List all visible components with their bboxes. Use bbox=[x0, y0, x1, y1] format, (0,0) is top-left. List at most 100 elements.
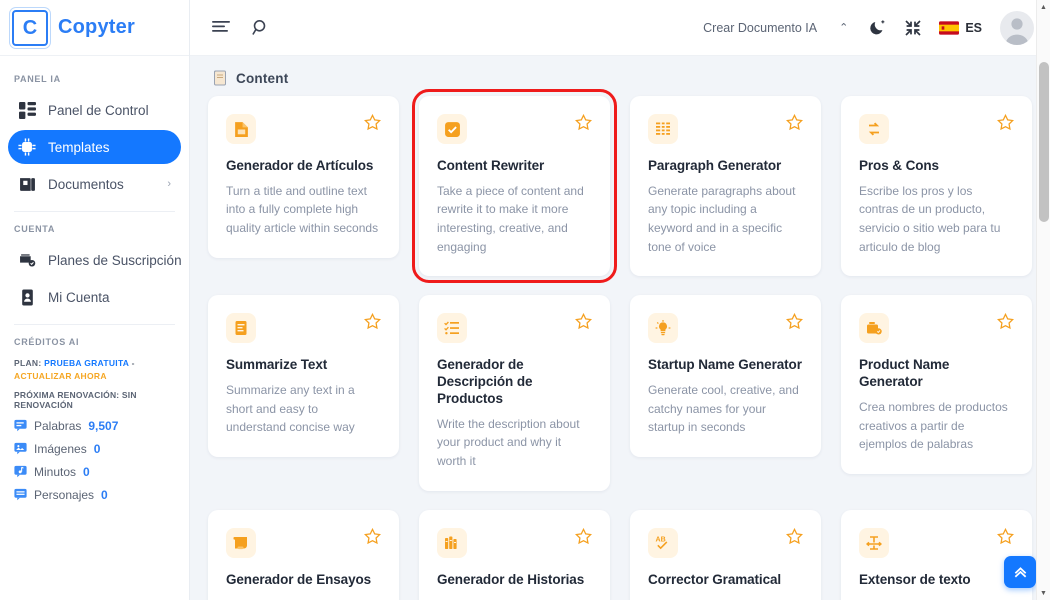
favorite-star-icon[interactable] bbox=[363, 527, 382, 545]
favorite-star-icon[interactable] bbox=[996, 113, 1015, 131]
main-area: Crear Documento IA ⌃ ES Content Generado… bbox=[190, 0, 1050, 600]
fullscreen-exit-icon[interactable] bbox=[905, 19, 921, 36]
favorite-star-icon[interactable] bbox=[996, 527, 1015, 545]
template-card-extensor-de-texto[interactable]: Extensor de texto Amplíe sus frases con … bbox=[841, 509, 1032, 600]
avatar[interactable] bbox=[1000, 10, 1034, 45]
template-card-content-rewriter[interactable]: Content Rewriter Take a piece of content… bbox=[412, 88, 617, 284]
card-top: AB bbox=[648, 527, 804, 558]
sidebar-item-templates[interactable]: Templates bbox=[8, 130, 181, 164]
audio-credit-icon bbox=[14, 465, 27, 478]
expand-text-icon bbox=[859, 527, 889, 558]
logo-mark: C bbox=[12, 9, 48, 46]
scrollbar-thumb[interactable] bbox=[1039, 62, 1049, 222]
template-card-grid: Generador de Artículos Turn a title and … bbox=[208, 88, 1032, 600]
content-area: Content Generador de Artículos Turn a ti… bbox=[190, 56, 1050, 600]
card-title: Corrector Gramatical bbox=[648, 571, 782, 587]
card-title: Generador de Ensayos bbox=[226, 571, 372, 587]
dashboard-icon bbox=[18, 101, 36, 119]
create-document-button[interactable]: Crear Documento IA bbox=[703, 21, 817, 35]
sidebar-item-panel-de-control[interactable]: Panel de Control bbox=[8, 93, 181, 127]
scroll-to-top-button[interactable] bbox=[1004, 556, 1036, 588]
credit-label: Minutos bbox=[34, 464, 77, 479]
lightbulb-icon bbox=[648, 313, 678, 344]
grid-lines-icon bbox=[648, 114, 678, 144]
chevron-up-icon[interactable]: ⌃ bbox=[835, 21, 852, 34]
template-card-product-name-generator[interactable]: Product Name Generator Crea nombres de p… bbox=[841, 295, 1032, 474]
essay-scroll-icon bbox=[226, 527, 256, 558]
sidebar-item-mi-cuenta[interactable]: Mi Cuenta bbox=[8, 280, 181, 314]
topbar-left bbox=[212, 19, 270, 37]
template-card-paragraph-generator[interactable]: Paragraph Generator Generate paragraphs … bbox=[630, 96, 821, 277]
logo-letter: C bbox=[22, 16, 38, 39]
page-title: Content bbox=[236, 70, 289, 86]
card-description: Asegúrese de que no hay errores en su co… bbox=[648, 596, 803, 600]
template-card-startup-name-generator[interactable]: Startup Name Generator Generate cool, cr… bbox=[630, 295, 821, 457]
app-root: C Copyter PANEL IA Panel de Control Temp… bbox=[0, 0, 1050, 600]
credit-row-personajes: Personajes 0 bbox=[14, 488, 175, 502]
sidebar-item-label: Planes de Suscripción bbox=[48, 252, 182, 268]
search-icon[interactable] bbox=[252, 19, 270, 37]
plan-value: PRUEBA GRATUITA bbox=[44, 358, 129, 368]
card-title: Content Rewriter bbox=[437, 158, 545, 173]
favorite-star-icon[interactable] bbox=[574, 313, 593, 330]
account-icon bbox=[18, 288, 36, 306]
folder-icon bbox=[18, 175, 36, 193]
moon-icon[interactable] bbox=[870, 19, 887, 36]
check-square-icon bbox=[437, 114, 467, 144]
language-selector[interactable]: ES bbox=[939, 21, 982, 35]
favorite-star-icon[interactable] bbox=[574, 113, 593, 131]
card-description: Generate cool, creative, and catchy name… bbox=[648, 383, 799, 435]
upgrade-link[interactable]: ACTUALIZAR AHORA bbox=[14, 371, 107, 381]
card-title: Extensor de texto bbox=[859, 571, 971, 587]
card-top bbox=[859, 313, 1015, 344]
plan-line: PLAN: PRUEBA GRATUITA - ACTUALIZAR AHORA bbox=[14, 357, 175, 383]
nav-divider bbox=[14, 324, 175, 325]
sidebar: C Copyter PANEL IA Panel de Control Temp… bbox=[0, 0, 190, 600]
favorite-star-icon[interactable] bbox=[574, 527, 593, 545]
card-description: Crea nombres de productos creativos a pa… bbox=[859, 400, 1008, 452]
card-description: Permita que la IA genere historias creat… bbox=[437, 596, 592, 600]
summary-doc-icon bbox=[226, 313, 256, 344]
nav-section-title-cuenta: CUENTA bbox=[14, 224, 56, 234]
card-description: Write the description about your product… bbox=[437, 416, 580, 469]
favorite-star-icon[interactable] bbox=[785, 527, 804, 545]
card-top bbox=[226, 527, 382, 558]
scrollbar-up-arrow[interactable]: ▲ bbox=[1037, 0, 1050, 14]
nav-section-title-panel-ia: PANEL IA bbox=[14, 74, 61, 84]
sidebar-nav: PANEL IA Panel de Control Templates Docu… bbox=[0, 56, 189, 600]
brand-header[interactable]: C Copyter bbox=[0, 0, 189, 56]
card-top bbox=[859, 527, 1015, 558]
card-title: Generador de Historias bbox=[437, 571, 585, 587]
spain-flag bbox=[939, 20, 960, 35]
template-card-pros-and-cons[interactable]: Pros & Cons Escribe los pros y los contr… bbox=[841, 96, 1032, 277]
template-card-summarize-text[interactable]: Summarize Text Summarize any text in a s… bbox=[208, 295, 399, 457]
credit-label: Personajes bbox=[34, 487, 95, 502]
plan-prefix: PLAN: bbox=[14, 358, 42, 368]
credit-value: 0 bbox=[93, 441, 101, 456]
brand-name: Copyter bbox=[58, 16, 135, 38]
scrollbar-down-arrow[interactable]: ▼ bbox=[1037, 586, 1050, 600]
favorite-star-icon[interactable] bbox=[363, 313, 382, 330]
browser-scrollbar[interactable]: ▲ ▼ bbox=[1036, 0, 1050, 600]
template-card-generador-de-descripcion-de-productos[interactable]: Generador de Descripción de Productos Wr… bbox=[419, 295, 610, 491]
hamburger-icon[interactable] bbox=[212, 20, 230, 36]
sidebar-item-label: Documentos bbox=[48, 176, 124, 192]
template-card-generador-de-articulos[interactable]: Generador de Artículos Turn a title and … bbox=[208, 96, 399, 258]
favorite-star-icon[interactable] bbox=[785, 113, 804, 131]
language-code: ES bbox=[965, 20, 982, 35]
scroll-icon bbox=[214, 70, 226, 86]
favorite-star-icon[interactable] bbox=[996, 313, 1015, 330]
card-title: Startup Name Generator bbox=[648, 357, 802, 373]
favorite-star-icon[interactable] bbox=[363, 113, 382, 131]
sidebar-item-documentos[interactable]: Documentos › bbox=[8, 167, 181, 201]
card-top bbox=[437, 113, 593, 144]
template-card-corrector-gramatical[interactable]: AB Corrector Gramatical Asegúrese de que… bbox=[630, 509, 821, 600]
ai-chip-icon bbox=[18, 138, 36, 156]
favorite-star-icon[interactable] bbox=[785, 313, 804, 330]
template-card-generador-de-ensayos[interactable]: Generador de Ensayos Crea ensayos académ… bbox=[208, 509, 399, 600]
plan-separator: - bbox=[131, 358, 135, 368]
product-tag-icon bbox=[859, 313, 889, 344]
sidebar-item-planes-de-suscripcion[interactable]: Planes de Suscripción bbox=[8, 243, 182, 277]
template-card-generador-de-historias[interactable]: Generador de Historias Permita que la IA… bbox=[419, 509, 610, 600]
card-title: Product Name Generator bbox=[859, 357, 950, 390]
